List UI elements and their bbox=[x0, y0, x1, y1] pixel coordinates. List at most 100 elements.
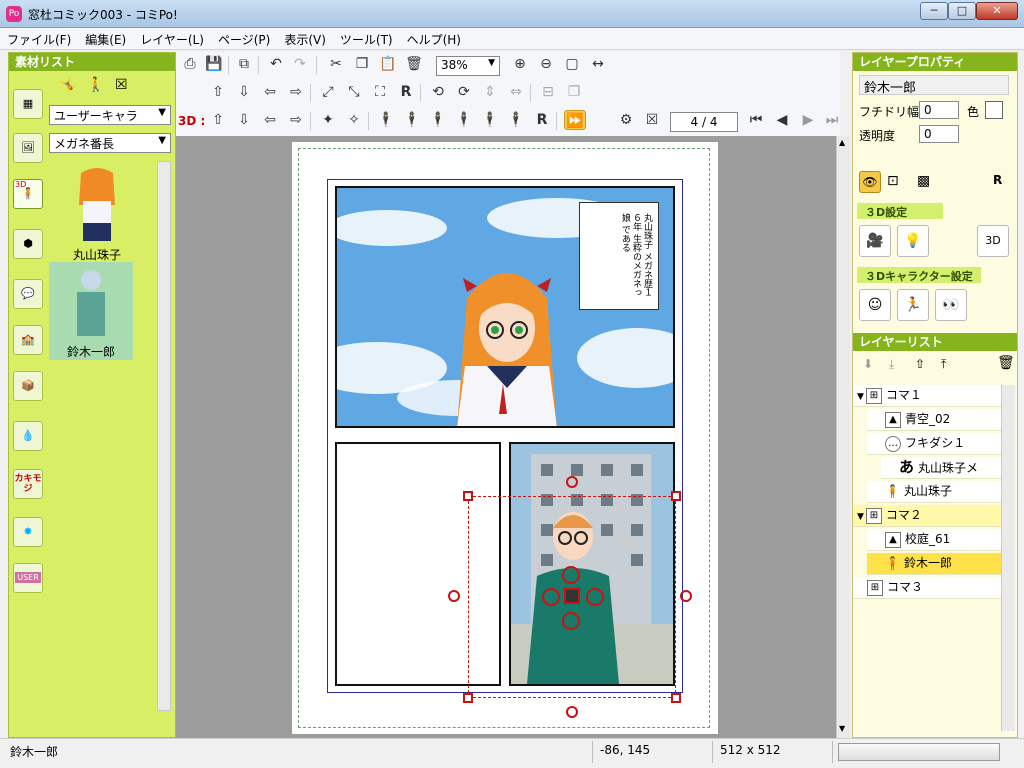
reset-icon[interactable]: R bbox=[396, 82, 416, 102]
menu-page[interactable]: ページ(P) bbox=[211, 28, 277, 51]
save-icon[interactable]: 💾 bbox=[204, 54, 224, 74]
layer-row-selected[interactable]: 🧍 鈴木一郎 bbox=[867, 553, 1001, 575]
first-page-icon[interactable]: ⏮ bbox=[746, 110, 766, 130]
pivot-center-handle[interactable] bbox=[564, 588, 580, 604]
print-icon[interactable]: ⎙ bbox=[180, 54, 200, 74]
3d-tilt-back-icon[interactable]: 🕴 bbox=[454, 110, 474, 130]
layer-row[interactable]: 🧍 丸山珠子 bbox=[867, 481, 1001, 503]
light-3d-icon[interactable]: 💡 bbox=[897, 225, 929, 257]
redo-icon[interactable]: ↷ bbox=[290, 54, 310, 74]
fit-page-icon[interactable]: ▢ bbox=[562, 54, 582, 74]
zoom-in-icon[interactable]: ⊕ bbox=[510, 54, 530, 74]
opacity-input[interactable]: 0 bbox=[919, 125, 959, 143]
3d-turn-right-icon[interactable]: 🕴 bbox=[402, 110, 422, 130]
scale-up-icon[interactable]: ⤢ bbox=[318, 82, 338, 102]
category-select[interactable]: ユーザーキャラ ▼ bbox=[49, 105, 171, 125]
pivot-right-handle[interactable] bbox=[586, 588, 604, 606]
rotate-handle-bottom[interactable] bbox=[566, 706, 578, 718]
comic-panel-1[interactable]: 丸山珠子 メガネ歴１６年 生粋のメガネっ娘 である bbox=[335, 186, 675, 428]
move-down-icon[interactable]: ⇩ bbox=[234, 82, 254, 102]
3d-left-icon[interactable]: ⇦ bbox=[260, 110, 280, 130]
rotate-handle-right[interactable] bbox=[680, 590, 692, 602]
delete-icon[interactable]: ☒ bbox=[115, 77, 128, 93]
3d-turn-left-icon[interactable]: 🕴 bbox=[376, 110, 396, 130]
export-icon[interactable]: ⧉ bbox=[234, 54, 254, 74]
layer-name-field[interactable]: 鈴木一郎 bbox=[859, 75, 1009, 96]
canvas-scrollbar[interactable]: ▲ ▼ bbox=[836, 136, 850, 738]
tab-effect[interactable]: 💧 bbox=[13, 421, 43, 451]
3d-up-icon[interactable]: ⇧ bbox=[208, 110, 228, 130]
layer-row[interactable]: あ丸山珠子メ bbox=[881, 457, 1001, 479]
next-page-icon[interactable]: ▶ bbox=[798, 110, 818, 130]
layer-row[interactable]: ▲ 青空_02 bbox=[867, 409, 1001, 431]
tab-user[interactable]: USER bbox=[13, 563, 43, 593]
layer-scrollbar[interactable] bbox=[1001, 385, 1015, 731]
tab-background[interactable]: 🖼 bbox=[13, 133, 43, 163]
3d-scale-icon[interactable]: ✦ bbox=[318, 110, 338, 130]
lock-icon[interactable]: ⊡ bbox=[887, 173, 899, 189]
material-scrollbar[interactable] bbox=[157, 161, 171, 711]
layer-row[interactable]: ⊞ コマ３ bbox=[853, 577, 1001, 599]
menu-edit[interactable]: 編集(E) bbox=[78, 28, 133, 51]
tab-frame[interactable]: ▦ bbox=[13, 89, 43, 119]
scroll-up-icon[interactable]: ▲ bbox=[839, 138, 845, 147]
last-page-icon[interactable]: ⏭ bbox=[822, 110, 842, 130]
layer-row[interactable]: ▼ ⊞ コマ２ bbox=[853, 505, 1001, 527]
rotate-left-icon[interactable]: ⟲ bbox=[428, 82, 448, 102]
speech-balloon[interactable]: 丸山珠子 メガネ歴１６年 生粋のメガネっ娘 である bbox=[579, 202, 659, 310]
layer-trash-icon[interactable]: 🗑 bbox=[997, 355, 1015, 371]
flip-horizontal-icon[interactable]: ⇔ bbox=[506, 82, 526, 102]
pivot-left-handle[interactable] bbox=[542, 588, 560, 606]
menu-file[interactable]: ファイル(F) bbox=[0, 28, 78, 51]
3d-lean-left-icon[interactable]: 🕴 bbox=[480, 110, 500, 130]
tab-burst[interactable]: ✸ bbox=[13, 517, 43, 547]
camera-3d-icon[interactable]: 🎥 bbox=[859, 225, 891, 257]
pivot-head-handle[interactable] bbox=[562, 566, 580, 584]
comic-page[interactable]: 丸山珠子 メガネ歴１６年 生粋のメガネっ娘 である bbox=[292, 142, 718, 734]
pose-icon[interactable]: 🤸 bbox=[59, 77, 76, 93]
flip-vertical-icon[interactable]: ⇕ bbox=[480, 82, 500, 102]
3d-lean-right-icon[interactable]: 🕴 bbox=[506, 110, 526, 130]
layer-up-icon[interactable]: ⇧ bbox=[915, 357, 925, 371]
gaze-icon[interactable]: 👀 bbox=[935, 289, 967, 321]
maximize-button[interactable]: □ bbox=[948, 2, 976, 20]
rotate-right-icon[interactable]: ⟳ bbox=[454, 82, 474, 102]
trash-icon[interactable]: 🗑 bbox=[404, 54, 424, 74]
move-left-icon[interactable]: ⇦ bbox=[260, 82, 280, 102]
tab-object[interactable]: 📦 bbox=[13, 371, 43, 401]
resize-handle-sw[interactable] bbox=[463, 693, 473, 703]
transparency-icon[interactable]: ▩ bbox=[917, 173, 930, 189]
resize-handle-nw[interactable] bbox=[463, 491, 473, 501]
zoom-select[interactable]: 38% ▼ bbox=[436, 56, 500, 76]
play-forward-icon[interactable]: ⏩ bbox=[564, 110, 586, 130]
menu-tools[interactable]: ツール(T) bbox=[333, 28, 400, 51]
layer-row[interactable]: … フキダシ１ bbox=[867, 433, 1001, 455]
move-up-icon[interactable]: ⇧ bbox=[208, 82, 228, 102]
move-right-icon[interactable]: ⇨ bbox=[286, 82, 306, 102]
page-delete-icon[interactable]: ☒ bbox=[642, 110, 662, 130]
visibility-icon[interactable]: 👁 bbox=[859, 171, 881, 193]
layer-down-icon[interactable]: ⬇ bbox=[863, 357, 873, 371]
cut-icon[interactable]: ✂ bbox=[326, 54, 346, 74]
fit-frame-icon[interactable]: ⛶ bbox=[370, 82, 390, 102]
outline-width-input[interactable]: 0 bbox=[919, 101, 959, 119]
reset-r-icon[interactable]: R bbox=[993, 173, 1002, 187]
3d-shrink-icon[interactable]: ✧ bbox=[344, 110, 364, 130]
minimize-button[interactable]: ─ bbox=[920, 2, 948, 20]
scale-down-icon[interactable]: ⤡ bbox=[344, 82, 364, 102]
expression-icon[interactable]: ☺ bbox=[859, 289, 891, 321]
undo-icon[interactable]: ↶ bbox=[266, 54, 286, 74]
menu-layer[interactable]: レイヤー(L) bbox=[133, 28, 211, 51]
zoom-out-icon[interactable]: ⊖ bbox=[536, 54, 556, 74]
tab-handwriting[interactable]: カキモジ bbox=[13, 469, 43, 499]
close-button[interactable]: ✕ bbox=[976, 2, 1018, 20]
tab-balloon[interactable]: 💬 bbox=[13, 279, 43, 309]
canvas-area[interactable]: 丸山珠子 メガネ歴１６年 生粋のメガネっ娘 である bbox=[176, 136, 836, 738]
rotate-handle-left[interactable] bbox=[448, 590, 460, 602]
tab-3d-object[interactable]: ⬢ bbox=[13, 229, 43, 259]
layer-row[interactable]: ▼ ⊞ コマ１ bbox=[853, 385, 1001, 407]
layer-bottom-icon[interactable]: ⤓ bbox=[889, 357, 894, 372]
resize-handle-se[interactable] bbox=[671, 693, 681, 703]
fit-width-icon[interactable]: ↔ bbox=[588, 54, 608, 74]
paste-icon[interactable]: 📋 bbox=[378, 54, 398, 74]
